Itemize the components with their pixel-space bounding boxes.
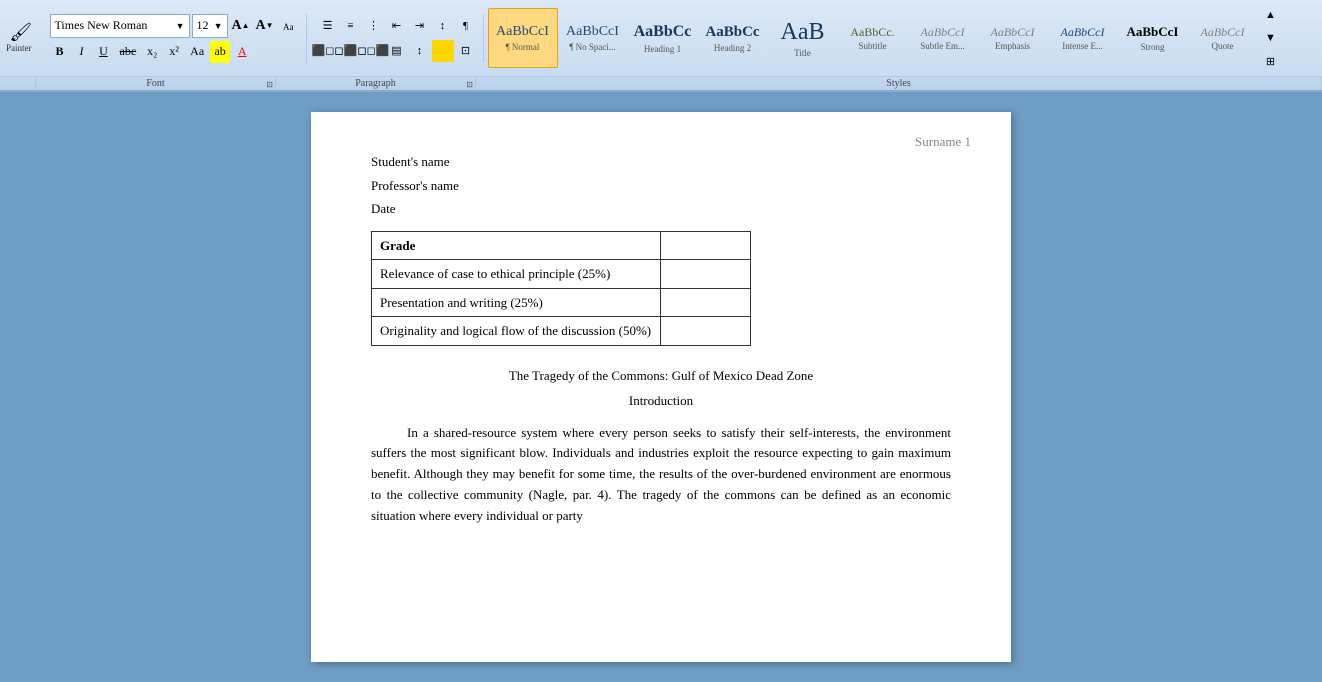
- show-marks-btn[interactable]: ¶: [455, 15, 477, 37]
- style-item-strong[interactable]: AaBbCcIStrong: [1118, 8, 1188, 68]
- grade-row-3-score: [661, 317, 751, 346]
- styles-more-btn[interactable]: ⊞: [1260, 50, 1282, 72]
- underline-btn[interactable]: U: [94, 41, 114, 63]
- date-line: Date: [371, 199, 951, 219]
- section-font-label[interactable]: Font ⊡: [36, 77, 276, 90]
- increase-indent-btn[interactable]: ⇥: [409, 15, 431, 37]
- table-row: Relevance of case to ethical principle (…: [372, 260, 751, 289]
- grade-header-cell: Grade: [372, 231, 661, 260]
- font-color-btn[interactable]: A: [232, 41, 252, 63]
- font-size-increase-btn[interactable]: A▲: [230, 15, 252, 37]
- grade-row-3-label: Originality and logical flow of the disc…: [372, 317, 661, 346]
- superscript-btn[interactable]: x²: [164, 41, 184, 63]
- font-size-selector[interactable]: 12 ▼: [192, 14, 228, 38]
- style-item-subtitle[interactable]: AaBbCc.Subtitle: [838, 8, 908, 68]
- change-case-btn[interactable]: Aa: [186, 41, 208, 63]
- grade-row-2-score: [661, 288, 751, 317]
- table-row: Grade: [372, 231, 751, 260]
- italic-btn[interactable]: I: [72, 41, 92, 63]
- numbered-list-btn[interactable]: ≡: [340, 15, 362, 37]
- page-header-number: Surname 1: [915, 132, 971, 152]
- font-family-selector[interactable]: Times New Roman ▼: [50, 14, 190, 38]
- painter-tool[interactable]: 🖌 Painter: [6, 22, 36, 55]
- style-item-no-spacing[interactable]: AaBbCcI¶ No Spaci...: [558, 8, 628, 68]
- table-row: Presentation and writing (25%): [372, 288, 751, 317]
- style-item-intense-e[interactable]: AaBbCcIIntense E...: [1048, 8, 1118, 68]
- justify-btn[interactable]: ▤: [386, 40, 408, 62]
- ribbon: 🖌 Painter Times New Roman ▼ 12 ▼ A▲ A▼: [0, 0, 1322, 92]
- styles-scroll-down-btn[interactable]: ▼: [1260, 27, 1282, 49]
- section-bar: Font ⊡ Paragraph ⊡ Styles: [0, 77, 1322, 91]
- professor-name-line: Professor's name: [371, 176, 951, 196]
- style-item-title[interactable]: AaBTitle: [768, 8, 838, 68]
- align-right-btn[interactable]: ◻◻⬛: [363, 40, 385, 62]
- styles-panel: AaBbCcI¶ NormalAaBbCcI¶ No Spaci...AaBbC…: [488, 4, 1317, 72]
- font-size-decrease-btn[interactable]: A▼: [254, 15, 276, 37]
- table-row: Originality and logical flow of the disc…: [372, 317, 751, 346]
- highlight-btn[interactable]: ab: [210, 41, 230, 63]
- style-item-subtle-em[interactable]: AaBbCcISubtle Em...: [908, 8, 978, 68]
- styles-scroll-up-btn[interactable]: ▲: [1260, 4, 1282, 26]
- multilevel-list-btn[interactable]: ⋮: [363, 15, 385, 37]
- sort-btn[interactable]: ↕: [432, 15, 454, 37]
- grade-table: Grade Relevance of case to ethical princ…: [371, 231, 751, 346]
- clear-format-btn[interactable]: Aa: [278, 15, 300, 37]
- grade-score-header-cell: [661, 231, 751, 260]
- bullet-list-btn[interactable]: ☰: [317, 15, 339, 37]
- decrease-indent-btn[interactable]: ⇤: [386, 15, 408, 37]
- bold-btn[interactable]: B: [50, 41, 70, 63]
- paragraph-group: ☰ ≡ ⋮ ⇤ ⇥ ↕ ¶ ⬛◻◻ ◻⬛◻ ◻◻⬛ ▤ ↕ ⊡: [311, 15, 484, 62]
- document-page[interactable]: Surname 1 Student's name Professor's nam…: [311, 112, 1011, 662]
- grade-row-1-score: [661, 260, 751, 289]
- shading-btn[interactable]: [432, 40, 454, 62]
- svg-text:Aa: Aa: [283, 22, 294, 32]
- font-group: Times New Roman ▼ 12 ▼ A▲ A▼ Aa B I: [44, 14, 307, 63]
- grade-row-2-label: Presentation and writing (25%): [372, 288, 661, 317]
- style-item-quote[interactable]: AaBbCcIQuote: [1188, 8, 1258, 68]
- document-body: In a shared-resource system where every …: [371, 423, 951, 527]
- line-spacing-btn[interactable]: ↕: [409, 40, 431, 62]
- style-item-emphasis[interactable]: AaBbCcIEmphasis: [978, 8, 1048, 68]
- subscript-btn[interactable]: x₂: [142, 41, 162, 63]
- document-title: The Tragedy of the Commons: Gulf of Mexi…: [371, 366, 951, 386]
- document-area: Surname 1 Student's name Professor's nam…: [0, 92, 1322, 682]
- grade-row-1-label: Relevance of case to ethical principle (…: [372, 260, 661, 289]
- strikethrough-btn[interactable]: abc: [116, 41, 141, 63]
- student-name-line: Student's name: [371, 152, 951, 172]
- style-item-heading1[interactable]: AaBbCcHeading 1: [628, 8, 698, 68]
- style-item-heading2[interactable]: AaBbCcHeading 2: [698, 8, 768, 68]
- section-painter: [0, 77, 36, 90]
- borders-btn[interactable]: ⊡: [455, 40, 477, 62]
- section-paragraph-label[interactable]: Paragraph ⊡: [276, 77, 476, 90]
- document-subtitle: Introduction: [371, 391, 951, 411]
- section-styles-label[interactable]: Styles: [476, 77, 1322, 90]
- style-item-normal[interactable]: AaBbCcI¶ Normal: [488, 8, 558, 68]
